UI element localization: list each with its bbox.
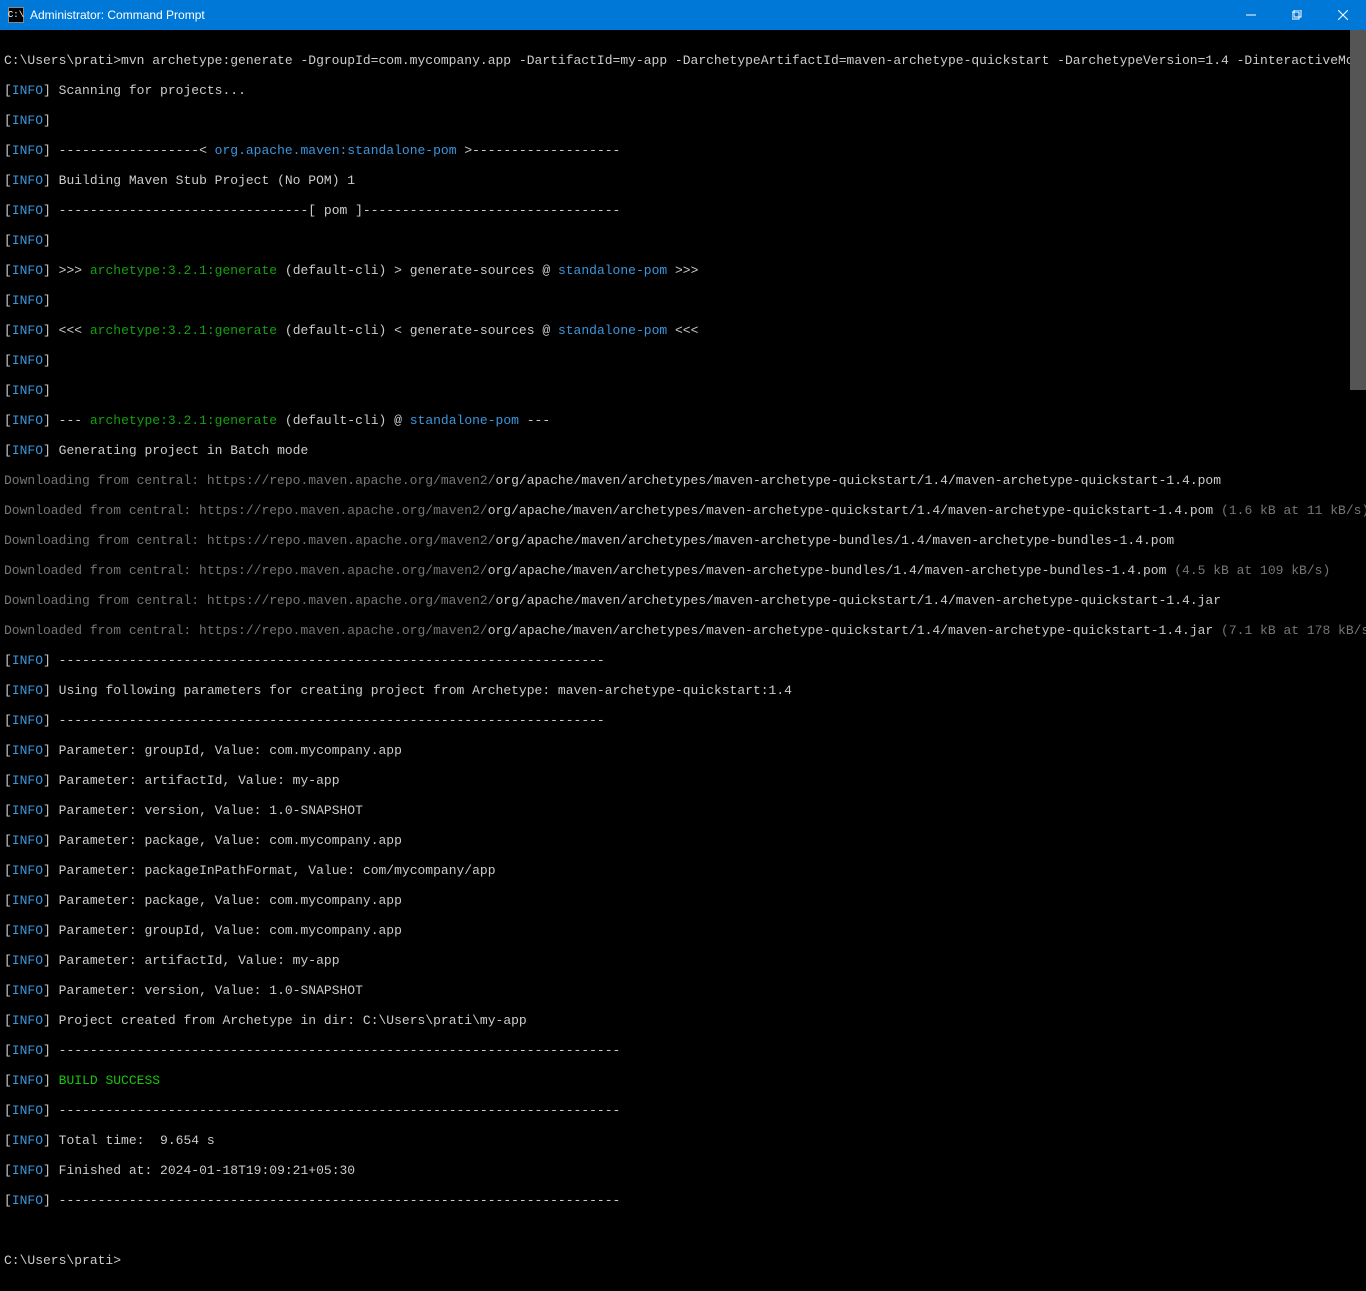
terminal-line: [INFO] Scanning for projects... — [4, 83, 1362, 98]
terminal-line: [INFO] --------------------------------[… — [4, 203, 1362, 218]
terminal-line: [INFO] Parameter: package, Value: com.my… — [4, 833, 1362, 848]
terminal-line: [INFO] Parameter: artifactId, Value: my-… — [4, 953, 1362, 968]
terminal-line: Downloaded from central: https://repo.ma… — [4, 503, 1362, 518]
terminal-line: [INFO] Generating project in Batch mode — [4, 443, 1362, 458]
terminal-line: Downloading from central: https://repo.m… — [4, 473, 1362, 488]
terminal-content[interactable]: C:\Users\prati>mvn archetype:generate -D… — [0, 30, 1366, 1291]
terminal-line: [INFO] Finished at: 2024-01-18T19:09:21+… — [4, 1163, 1362, 1178]
terminal-prompt: C:\Users\prati> — [4, 1253, 1362, 1268]
terminal-line: [INFO] — [4, 353, 1362, 368]
close-icon — [1338, 10, 1348, 20]
minimize-button[interactable] — [1228, 0, 1274, 30]
window-titlebar: C:\ Administrator: Command Prompt — [0, 0, 1366, 30]
terminal-line: [INFO] Total time: 9.654 s — [4, 1133, 1362, 1148]
terminal-line: Downloaded from central: https://repo.ma… — [4, 623, 1362, 638]
terminal-line: Downloading from central: https://repo.m… — [4, 593, 1362, 608]
terminal-line: [INFO] Building Maven Stub Project (No P… — [4, 173, 1362, 188]
terminal-line: [INFO] Parameter: version, Value: 1.0-SN… — [4, 803, 1362, 818]
close-button[interactable] — [1320, 0, 1366, 30]
terminal-line: [INFO] Parameter: groupId, Value: com.my… — [4, 743, 1362, 758]
cmd-icon: C:\ — [8, 7, 24, 23]
terminal-line: [INFO] — [4, 383, 1362, 398]
terminal-line: [INFO] ---------------------------------… — [4, 653, 1362, 668]
terminal-line — [4, 1223, 1362, 1238]
terminal-line: [INFO] Parameter: packageInPathFormat, V… — [4, 863, 1362, 878]
scrollbar-thumb[interactable] — [1350, 30, 1366, 390]
terminal-line: [INFO] >>> archetype:3.2.1:generate (def… — [4, 263, 1362, 278]
terminal-line: [INFO] BUILD SUCCESS — [4, 1073, 1362, 1088]
window-controls — [1228, 0, 1366, 30]
terminal-line: [INFO] Parameter: package, Value: com.my… — [4, 893, 1362, 908]
terminal-line: Downloading from central: https://repo.m… — [4, 533, 1362, 548]
minimize-icon — [1246, 10, 1256, 20]
terminal-line: [INFO] Project created from Archetype in… — [4, 1013, 1362, 1028]
maximize-button[interactable] — [1274, 0, 1320, 30]
terminal-line: [INFO] — [4, 293, 1362, 308]
terminal-line: [INFO] ---------------------------------… — [4, 1103, 1362, 1118]
terminal-line: [INFO] Using following parameters for cr… — [4, 683, 1362, 698]
terminal-line: [INFO] --- archetype:3.2.1:generate (def… — [4, 413, 1362, 428]
terminal-line: C:\Users\prati>mvn archetype:generate -D… — [4, 53, 1362, 68]
window-title: Administrator: Command Prompt — [30, 8, 1228, 22]
terminal-line: [INFO] ---------------------------------… — [4, 713, 1362, 728]
terminal-line: [INFO] Parameter: version, Value: 1.0-SN… — [4, 983, 1362, 998]
terminal-line: [INFO] — [4, 233, 1362, 248]
terminal-line: [INFO] Parameter: artifactId, Value: my-… — [4, 773, 1362, 788]
terminal-line: [INFO] <<< archetype:3.2.1:generate (def… — [4, 323, 1362, 338]
terminal-line: Downloaded from central: https://repo.ma… — [4, 563, 1362, 578]
terminal-line: [INFO] ---------------------------------… — [4, 1043, 1362, 1058]
terminal-line: [INFO] — [4, 113, 1362, 128]
maximize-icon — [1292, 10, 1302, 20]
terminal-line: [INFO] ---------------------------------… — [4, 1193, 1362, 1208]
terminal-line: [INFO] Parameter: groupId, Value: com.my… — [4, 923, 1362, 938]
terminal-line: [INFO] ------------------< org.apache.ma… — [4, 143, 1362, 158]
